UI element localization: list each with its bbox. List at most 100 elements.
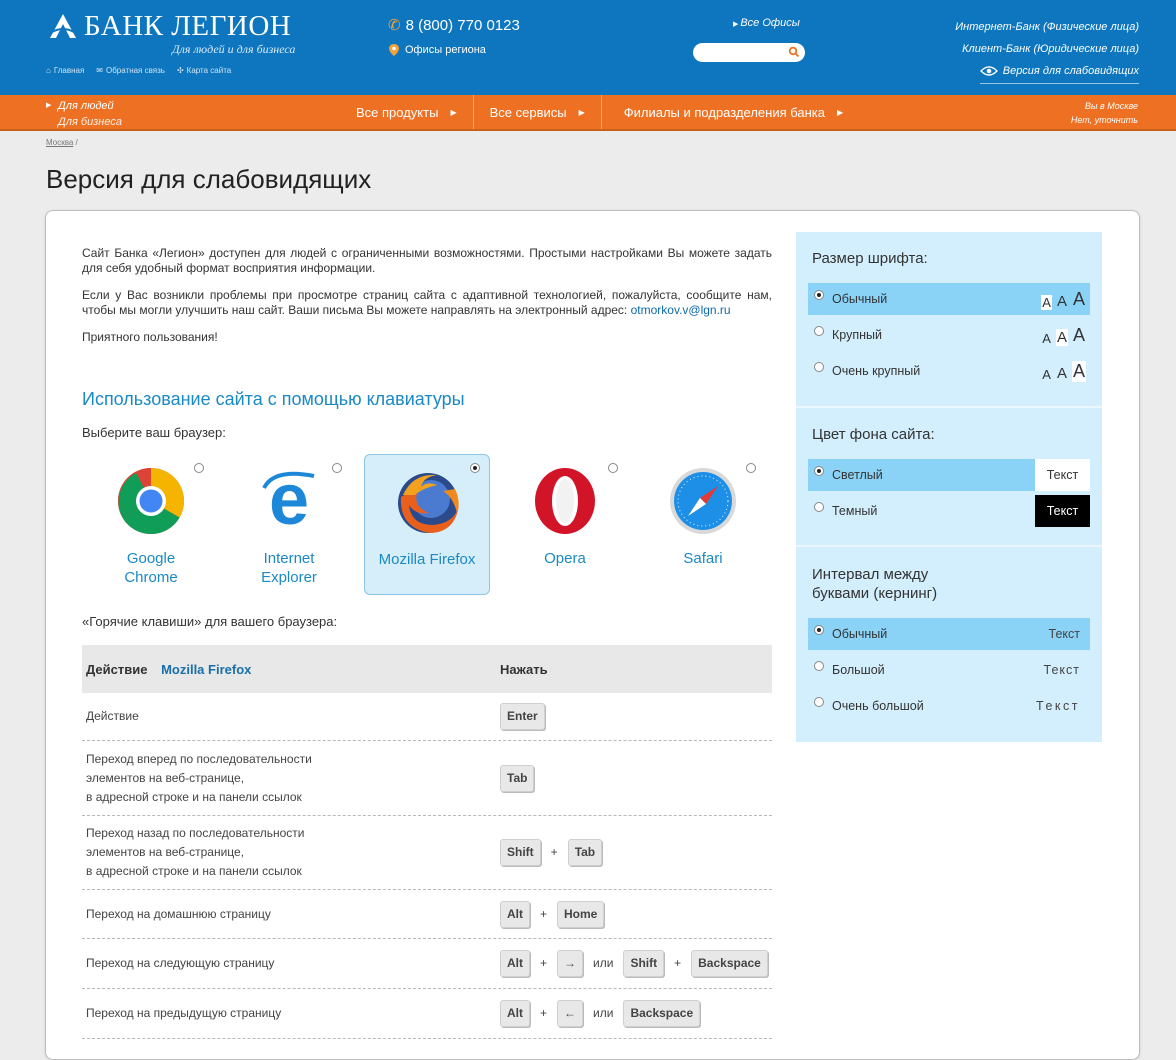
key-combination: Tab (500, 764, 535, 792)
intro-paragraph-3: Приятного пользования! (82, 330, 218, 344)
breadcrumb: Москва / (46, 138, 78, 147)
ie-icon: e (262, 466, 315, 536)
map-pin-icon (389, 44, 399, 56)
panel-divider (796, 545, 1102, 547)
browser-option-chrome[interactable]: Google Chrome (88, 454, 214, 595)
mail-icon: ✉ (96, 66, 103, 75)
contact-email-link[interactable]: otmorkov.v@lgn.ru (631, 303, 731, 317)
browser-option-safari[interactable]: Safari (640, 454, 766, 595)
font-size-option-large[interactable]: Крупный A A A (808, 319, 1090, 351)
table-row: Переход назад по последовательности элеме… (82, 816, 772, 890)
city-change-link[interactable]: Нет, уточнить (1071, 113, 1138, 127)
bg-radio-dark[interactable] (814, 502, 824, 512)
plus-sign: + (540, 956, 548, 970)
header-mini-links: ⌂ Главная ✉ Обратная связь ✣ Карта сайта (46, 66, 231, 75)
firefox-icon (398, 473, 459, 533)
bg-option-light[interactable]: Светлый (808, 459, 1035, 491)
keyboard-key: Shift (500, 839, 541, 866)
keyboard-key: Home (557, 900, 605, 928)
browser-radio-ie[interactable] (332, 463, 342, 473)
or-label: или (593, 1006, 614, 1020)
kerning-radio-normal[interactable] (814, 625, 824, 635)
or-label: или (593, 956, 614, 970)
kerning-option-xlarge[interactable]: Очень большой Текст (808, 690, 1090, 722)
nav-all-services[interactable]: Все сервисы ▶ (472, 95, 601, 129)
kerning-radio-large[interactable] (814, 661, 824, 671)
keyboard-key: → (557, 950, 584, 977)
key-combination: Alt + → или Shift + Backspace (500, 950, 768, 977)
audience-switch: Для людей Для бизнеса (46, 98, 122, 130)
arrow-right-icon: ▶ (837, 107, 844, 117)
browser-option-ie[interactable]: e Internet Explorer (226, 454, 352, 595)
font-size-radio-xlarge[interactable] (814, 362, 824, 372)
bg-radio-light[interactable] (814, 466, 824, 476)
home-icon: ⌂ (46, 66, 51, 75)
font-size-option-xlarge[interactable]: Очень крупный A A A (808, 355, 1090, 387)
browser-name-safari: Safari (683, 550, 723, 567)
phone-number[interactable]: ✆ 8 (800) 770 0123 (388, 16, 520, 35)
kerning-sample: Текст (1036, 699, 1080, 713)
phone-icon: ✆ (388, 17, 401, 34)
plus-sign: + (540, 906, 548, 921)
city-selector[interactable]: Вы в Москве Нет, уточнить (1071, 99, 1138, 127)
column-header-press: Нажать (500, 661, 548, 677)
font-size-radio-normal[interactable] (814, 290, 824, 300)
client-bank-link[interactable]: Клиент-Банк (Юридические лица) (955, 38, 1139, 60)
table-header: Действие Mozilla Firefox Нажать (82, 645, 772, 693)
bg-option-dark[interactable]: Темный (808, 495, 1035, 527)
font-size-radio-large[interactable] (814, 326, 824, 336)
action-description: Действие (86, 709, 139, 723)
browser-name-firefox: Mozilla Firefox (378, 551, 476, 568)
header: БАНК ЛЕГИОН Для людей и для бизнеса ⌂ Гла… (0, 0, 1176, 95)
arrow-right-icon: ▶ (578, 107, 585, 117)
keyboard-key: ← (557, 1000, 584, 1027)
action-description: Переход вперед по последовательности элем… (86, 751, 312, 804)
kerning-option-normal[interactable]: Обычный Текст (808, 618, 1090, 650)
sitemap-link[interactable]: ✣ Карта сайта (177, 66, 231, 75)
breadcrumb-city[interactable]: Москва (46, 138, 73, 147)
bg-color-title: Цвет фона сайта: (812, 426, 935, 443)
search-input[interactable] (693, 43, 805, 62)
browser-radio-opera[interactable] (608, 463, 618, 473)
hotkeys-table: Действие Mozilla Firefox Нажать Действие… (82, 645, 772, 1039)
key-combination: Alt + ← или Backspace (500, 1000, 701, 1027)
feedback-link[interactable]: ✉ Обратная связь (96, 66, 165, 75)
regional-offices-link[interactable]: Офисы региона (389, 44, 486, 56)
internet-bank-link[interactable]: Интернет-Банк (Физические лица) (955, 16, 1139, 38)
all-offices-link[interactable]: ▶ Все Офисы (733, 17, 800, 29)
browser-option-opera[interactable]: Opera (502, 454, 628, 595)
vision-version-link[interactable]: Версия для слабовидящих (979, 60, 1139, 84)
kerning-option-large[interactable]: Большой Текст (808, 654, 1090, 686)
audience-business[interactable]: Для бизнеса (46, 114, 122, 130)
home-link[interactable]: ⌂ Главная (46, 66, 84, 75)
search-icon[interactable] (788, 46, 800, 58)
font-size-option-normal[interactable]: Обычный A A A (808, 283, 1090, 315)
browser-radio-safari[interactable] (746, 463, 756, 473)
bg-sample-dark[interactable]: Текст (1035, 495, 1090, 527)
browser-name-chrome: Google Chrome (124, 550, 178, 586)
intro-paragraph-2: Если у Вас возникли проблемы при просмот… (82, 288, 772, 317)
kerning-radio-xlarge[interactable] (814, 697, 824, 707)
keyboard-key: Backspace (691, 950, 768, 977)
hotkeys-label: «Горячие клавиши» для вашего браузера: (82, 614, 338, 629)
keyboard-key: Shift (623, 950, 665, 977)
keyboard-key: Tab (500, 764, 535, 792)
nav-all-products[interactable]: Все продукты ▶ (340, 95, 473, 129)
browser-option-firefox[interactable]: Mozilla Firefox (364, 454, 490, 595)
page-title: Версия для слабовидящих (46, 164, 372, 194)
plus-sign: + (540, 1006, 548, 1020)
arrow-right-icon: ▶ (450, 107, 457, 117)
nav-branches[interactable]: Филиалы и подразделения банка ▶ (600, 95, 859, 129)
browser-radio-firefox[interactable] (470, 463, 480, 473)
keyboard-key: Alt (500, 1000, 530, 1027)
column-header-browser: Mozilla Firefox (161, 661, 252, 677)
audience-people[interactable]: Для людей (46, 98, 122, 114)
eye-icon (979, 66, 998, 76)
browser-radio-chrome[interactable] (194, 463, 204, 473)
browser-name-ie: Internet Explorer (261, 550, 317, 586)
keyboard-key: Enter (500, 703, 545, 730)
kerning-title: Интервал между буквами (кернинг) (812, 566, 938, 602)
keyboard-section-heading: Использование сайта с помощью клавиатуры (82, 389, 465, 409)
bg-sample-light[interactable]: Текст (1035, 459, 1090, 491)
font-size-title: Размер шрифта: (812, 250, 928, 267)
